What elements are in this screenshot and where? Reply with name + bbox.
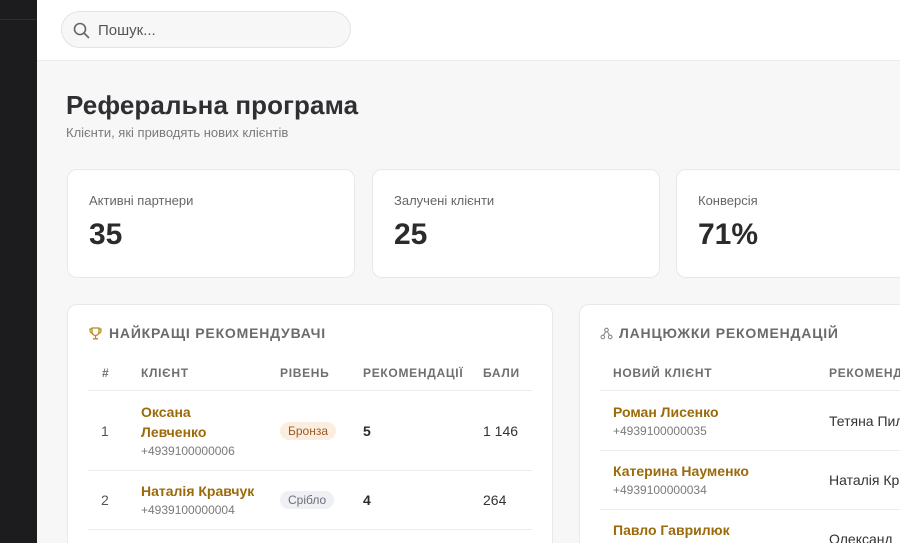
top-referrers-panel: НАЙКРАЩІ РЕКОМЕНДУВАЧІ # КЛІЄНТ РІВЕНЬ Р… — [67, 304, 553, 543]
client-phone: +4939100000035 — [613, 424, 707, 438]
column-header-rank: # — [102, 366, 110, 380]
search-input[interactable] — [98, 20, 338, 40]
points-cell: 1 146 — [483, 423, 519, 439]
referrals-cell: 5 — [363, 423, 371, 439]
stat-label: Конверсія — [698, 193, 758, 208]
sidebar-divider — [0, 19, 37, 20]
client-name-link[interactable]: Павло Гаврилюк — [613, 520, 730, 540]
client-cell: Павло Гаврилюк — [613, 520, 730, 540]
column-header-referrals: РЕКОМЕНДАЦІЇ — [363, 366, 464, 380]
trophy-icon — [89, 326, 102, 340]
client-phone: +4939100000006 — [141, 444, 235, 458]
stat-value: 35 — [89, 218, 123, 251]
panel-title-text: ЛАНЦЮЖКИ РЕКОМЕНДАЦІЙ — [619, 325, 839, 341]
level-badge: Срібло — [280, 491, 335, 509]
stat-card-conversion: Конверсія 71% — [676, 169, 900, 278]
client-cell: Катерина Науменко +4939100000034 — [613, 461, 749, 499]
stat-label: Активні партнери — [89, 193, 194, 208]
client-cell: Роман Лисенко +4939100000035 — [613, 402, 719, 440]
search-icon — [73, 22, 90, 39]
client-cell: Оксана Левченко +4939100000006 — [141, 402, 235, 460]
top-bar — [37, 0, 900, 61]
header-divider — [88, 390, 532, 391]
points-cell: 264 — [483, 492, 507, 508]
header-divider — [600, 390, 900, 391]
row-divider — [600, 450, 900, 451]
client-cell: Наталія Кравчук +4939100000004 — [141, 481, 254, 519]
page-title: Реферальна програма — [66, 90, 359, 120]
referral-chains-panel: ЛАНЦЮЖКИ РЕКОМЕНДАЦІЙ НОВИЙ КЛІЄНТ РЕКОМ… — [579, 304, 900, 543]
stat-value: 25 — [394, 218, 428, 251]
stat-label: Залучені клієнти — [394, 193, 495, 208]
rank-cell: 2 — [101, 492, 109, 508]
panel-title-text: НАЙКРАЩІ РЕКОМЕНДУВАЧІ — [109, 325, 326, 341]
client-name-link[interactable]: Наталія Кравчук — [141, 481, 254, 501]
column-header-level: РІВЕНЬ — [280, 366, 330, 380]
page-subtitle: Клієнти, які приводять нових клієнтів — [66, 125, 289, 140]
column-header-points: БАЛИ — [483, 366, 520, 380]
client-phone: +4939100000034 — [613, 483, 707, 497]
client-phone: +4939100000004 — [141, 503, 235, 517]
rank-cell: 1 — [101, 423, 109, 439]
row-divider — [88, 470, 532, 471]
panel-title: НАЙКРАЩІ РЕКОМЕНДУВАЧІ — [88, 325, 326, 341]
search-box[interactable] — [61, 11, 351, 48]
panel-title: ЛАНЦЮЖКИ РЕКОМЕНДАЦІЙ — [600, 325, 839, 341]
row-divider — [600, 509, 900, 510]
referrals-cell: 4 — [363, 492, 371, 508]
column-header-client: КЛІЄНТ — [141, 366, 189, 380]
referrer-cell: Тетяна Пил — [829, 413, 900, 429]
network-icon — [600, 327, 613, 339]
main-content: Реферальна програма Клієнти, які приводя… — [37, 61, 900, 543]
referrer-cell: Олександ — [829, 531, 893, 543]
client-name-link[interactable]: Катерина Науменко — [613, 461, 749, 481]
stat-card-active-partners: Активні партнери 35 — [67, 169, 355, 278]
stat-card-attracted-clients: Залучені клієнти 25 — [372, 169, 660, 278]
stat-value: 71% — [698, 218, 759, 251]
client-name-link[interactable]: Оксана Левченко — [141, 402, 235, 442]
level-badge: Бронза — [280, 422, 337, 440]
column-header-new-client: НОВИЙ КЛІЄНТ — [613, 366, 713, 380]
client-name-link[interactable]: Роман Лисенко — [613, 402, 719, 422]
referrer-cell: Наталія Кр — [829, 472, 900, 488]
sidebar — [0, 0, 37, 543]
column-header-referrer: РЕКОМЕНД — [829, 366, 900, 380]
row-divider — [88, 529, 532, 530]
